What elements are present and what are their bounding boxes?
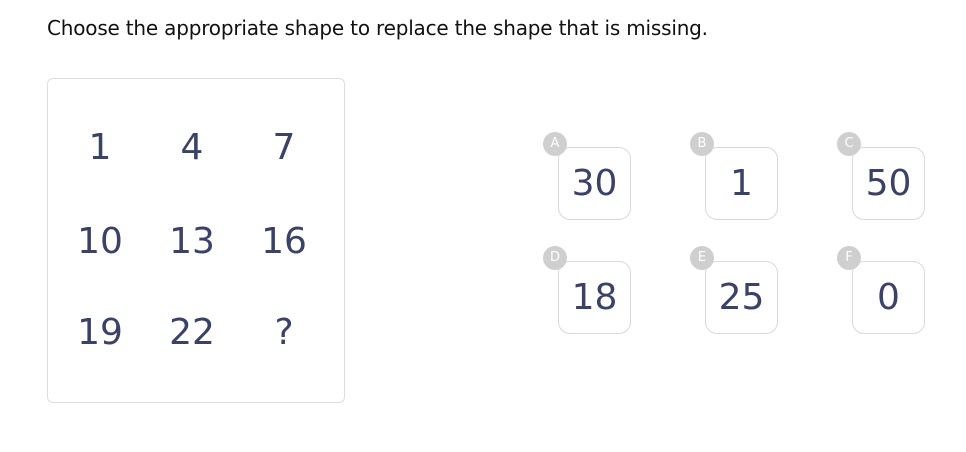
grid-cell: 22 — [169, 312, 215, 353]
option-e-button[interactable]: E 25 — [690, 246, 778, 334]
option-letter-badge: E — [690, 246, 714, 270]
option-a-button[interactable]: A 30 — [543, 132, 631, 220]
option-f-button[interactable]: F 0 — [837, 246, 925, 334]
grid-cell: 19 — [77, 312, 123, 353]
option-d-button[interactable]: D 18 — [543, 246, 631, 334]
option-value: 30 — [571, 163, 618, 204]
option-value: 18 — [571, 277, 618, 318]
grid-cell: 7 — [272, 127, 296, 168]
option-value: 0 — [877, 277, 900, 318]
option-c-button[interactable]: C 50 — [837, 132, 925, 220]
option-value: 1 — [730, 163, 753, 204]
missing-cell: ? — [274, 312, 294, 353]
grid-cell: 1 — [88, 127, 112, 168]
option-letter-badge: D — [543, 246, 567, 270]
option-letter-badge: B — [690, 132, 714, 156]
option-b-button[interactable]: B 1 — [690, 132, 778, 220]
option-letter-badge: C — [837, 132, 861, 156]
puzzle-grid: 1 4 7 10 13 16 19 22 ? — [47, 78, 345, 403]
option-letter-badge: A — [543, 132, 567, 156]
question-text: Choose the appropriate shape to replace … — [47, 16, 708, 40]
grid-cell: 16 — [261, 221, 307, 262]
option-letter-badge: F — [837, 246, 861, 270]
grid-cell: 10 — [77, 221, 123, 262]
grid-cell: 13 — [169, 221, 215, 262]
option-value: 25 — [718, 277, 765, 318]
option-value: 50 — [865, 163, 912, 204]
grid-cell: 4 — [180, 127, 204, 168]
